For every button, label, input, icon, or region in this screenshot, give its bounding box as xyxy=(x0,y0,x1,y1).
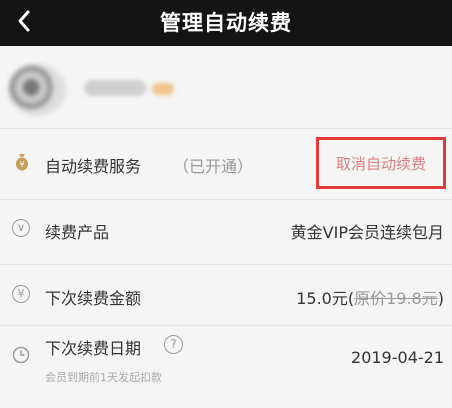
vip-badge-blurred xyxy=(152,83,174,95)
clock-icon xyxy=(12,346,30,364)
date-label: 下次续费日期 xyxy=(45,339,142,358)
svg-text:¥: ¥ xyxy=(19,160,24,169)
amount-paren-close: ) xyxy=(437,289,444,308)
amount-current: 15.0元 xyxy=(296,289,348,308)
page-title: 管理自动续费 xyxy=(160,11,292,35)
question-circle-icon[interactable]: ? xyxy=(164,335,183,354)
amount-label: 下次续费金额 xyxy=(45,289,142,308)
cancel-auto-renew-button[interactable]: 取消自动续费 xyxy=(316,137,446,189)
avatar xyxy=(8,64,66,116)
product-value: 黄金VIP会员连续包月 xyxy=(290,223,444,242)
nickname-blurred xyxy=(84,80,146,96)
user-info-section xyxy=(0,46,452,128)
auto-renew-status: （已开通） xyxy=(173,157,254,176)
cancel-auto-renew-label: 取消自动续费 xyxy=(335,154,426,173)
date-value: 2019-04-21 xyxy=(351,348,444,367)
top-navigation-bar: 管理自动续费 xyxy=(0,0,452,46)
yen-circle-icon: ¥ xyxy=(12,285,30,303)
money-bag-icon: ¥ xyxy=(16,154,28,171)
date-note: 会员到期前1天发起扣款 xyxy=(45,371,162,384)
auto-renew-label: 自动续费服务 xyxy=(45,157,142,176)
amount-value: 15.0元(原价19.8元) xyxy=(296,285,444,309)
chevron-down-circle-icon: ∨ xyxy=(12,219,30,237)
amount-original: 原价19.8元 xyxy=(354,289,438,308)
product-label: 续费产品 xyxy=(45,223,110,242)
